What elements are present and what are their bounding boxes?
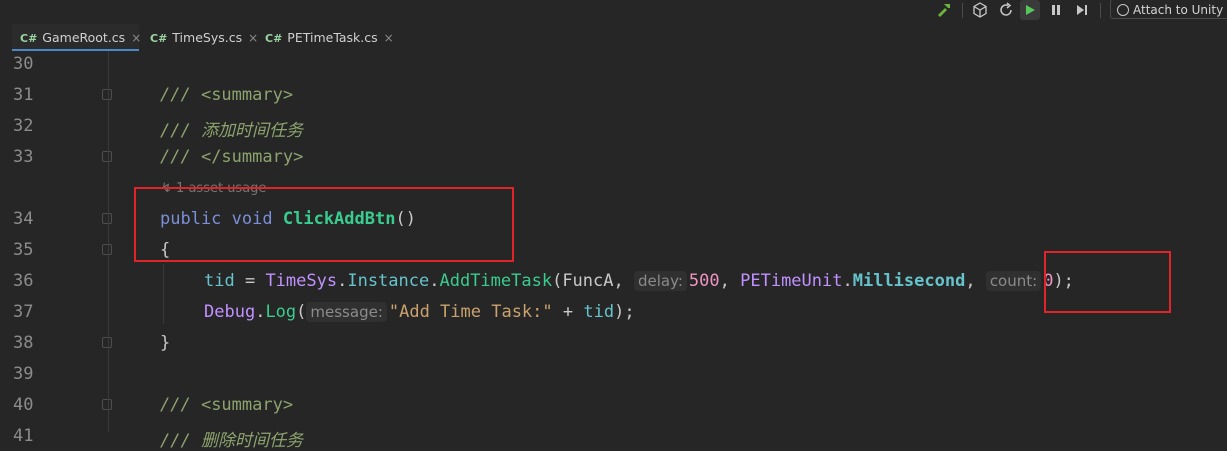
attach-label: Attach to Unity (1133, 3, 1224, 17)
tab-label: GameRoot.cs (42, 30, 126, 45)
toolbar: Attach to Unity (0, 0, 1227, 22)
close-icon[interactable]: × (131, 31, 141, 45)
var-tid: tid (204, 271, 235, 291)
toolbar-separator (962, 3, 963, 18)
csharp-file-icon: C# (265, 32, 283, 45)
num-500: 500 (688, 271, 720, 291)
tab-gameroot[interactable]: C# GameRoot.cs × (12, 24, 141, 51)
plus-op: + (552, 302, 584, 322)
refresh-unity-icon[interactable] (996, 0, 1016, 20)
param-hint-count: count: (985, 271, 1042, 291)
doc-tag: <summary> (200, 85, 294, 105)
close-icon[interactable]: × (384, 31, 394, 45)
statement-end: ); (614, 302, 635, 322)
line-number: 40 (13, 395, 34, 415)
string-literal: "Add Time Task:" (388, 302, 553, 322)
type-petimeunit: PETimeUnit (740, 271, 843, 291)
step-icon[interactable] (1072, 0, 1092, 20)
type-timesys: TimeSys (265, 271, 338, 291)
doc-tag: </summary> (200, 147, 304, 167)
line-number: 36 (13, 271, 34, 291)
attach-to-unity-button[interactable]: Attach to Unity (1110, 0, 1227, 19)
unity-icon[interactable] (970, 0, 990, 20)
line-number: 34 (13, 209, 34, 229)
fold-marker-icon[interactable] (102, 213, 112, 224)
doc-tag: <summary> (200, 395, 294, 415)
enum-millisecond: Millisecond (852, 271, 966, 291)
tab-timesys[interactable]: C# TimeSys.cs × (142, 24, 258, 51)
play-icon[interactable] (1020, 0, 1040, 20)
comment-slashes: /// (160, 395, 201, 415)
line-number: 30 (13, 54, 34, 74)
comment-slashes: /// (160, 85, 201, 105)
code-line-32: /// 添加时间任务 (160, 121, 303, 141)
type-debug: Debug (204, 302, 256, 322)
line-number: 41 (13, 426, 34, 446)
editor-tabs: C# GameRoot.cs × C# TimeSys.cs × C# PETimeTas… (0, 24, 1227, 51)
code-line-41: /// 删除时间任务 (160, 431, 303, 451)
fold-marker-icon[interactable] (102, 337, 112, 348)
paren-open: ( (296, 302, 307, 322)
csharp-file-icon: C# (20, 32, 38, 45)
hammer-icon[interactable] (934, 0, 954, 20)
assign-op: = (234, 271, 266, 291)
line-number: 32 (13, 116, 34, 136)
member-instance: Instance (347, 271, 430, 291)
comment-slashes: /// (160, 147, 201, 167)
line-number: 35 (13, 240, 34, 260)
line-number: 37 (13, 302, 34, 322)
line-number: 31 (13, 85, 34, 105)
line-number: 39 (13, 364, 34, 384)
code-line-33: /// </summary> (160, 147, 303, 167)
csharp-file-icon: C# (150, 32, 168, 45)
method-addtimetask: AddTimeTask (439, 271, 553, 291)
highlight-box-count (1044, 251, 1171, 313)
param-hint-delay: delay: (633, 271, 687, 291)
highlight-box-method (134, 187, 514, 262)
toolbar-separator (1100, 3, 1101, 18)
line-number: 38 (13, 333, 34, 353)
arg-funca: (FuncA, (552, 271, 634, 291)
var-tid: tid (583, 302, 615, 322)
fold-marker-icon[interactable] (102, 89, 112, 100)
method-log: Log (265, 302, 297, 322)
code-line-40: /// <summary> (160, 395, 293, 415)
comma: , (965, 271, 986, 291)
indent-guide (163, 264, 164, 324)
code-line-36: tid = TimeSys.Instance.AddTimeTask(FuncA… (204, 271, 1074, 291)
code-line-38: } (160, 333, 171, 353)
pause-icon[interactable] (1046, 0, 1066, 20)
unity-attach-icon (1117, 4, 1129, 16)
param-hint-message: message: (306, 302, 387, 322)
line-number: 33 (13, 147, 34, 167)
tab-petimetask[interactable]: C# PETimeTask.cs × (257, 24, 397, 51)
fold-marker-icon[interactable] (102, 399, 112, 410)
code-line-37: Debug.Log(message: "Add Time Task:" + tid… (204, 302, 635, 322)
indent-guide (108, 51, 109, 432)
tab-label: PETimeTask.cs (287, 30, 378, 45)
fold-marker-icon[interactable] (102, 244, 112, 255)
tab-label: TimeSys.cs (172, 30, 243, 45)
code-line-31: /// <summary> (160, 85, 293, 105)
comma: , (719, 271, 741, 291)
code-editor[interactable]: 30 31 32 33 34 35 36 37 38 39 40 41 /// … (0, 51, 1227, 451)
fold-marker-icon[interactable] (102, 151, 112, 162)
